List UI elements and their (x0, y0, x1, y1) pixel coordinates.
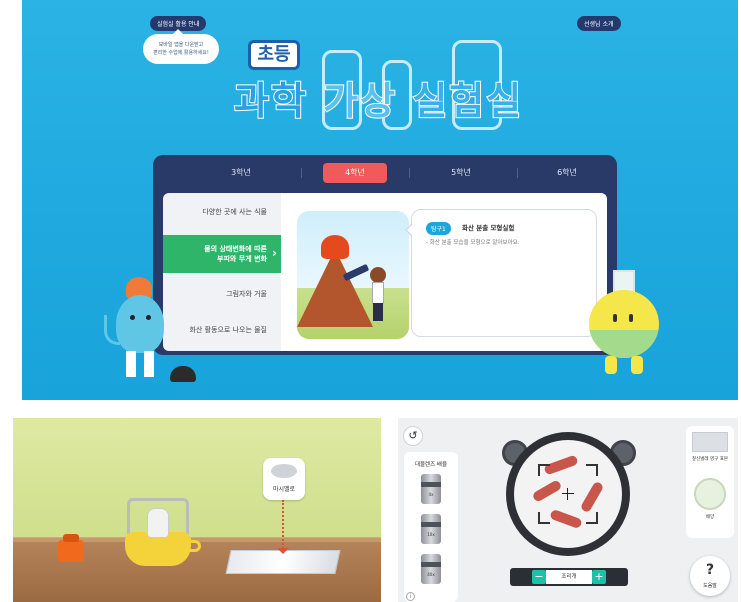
paramecium-cell (549, 508, 583, 530)
mascot-left (102, 275, 182, 385)
slide-specimen[interactable] (692, 432, 728, 452)
experiment-title: 화산 분출 모형실험 (462, 224, 515, 232)
help-label: 도움말 (703, 583, 717, 589)
title-part-2: 가상 (322, 78, 398, 124)
help-button[interactable]: ? 도움말 (690, 556, 730, 596)
scientist-illustration (369, 267, 387, 323)
hat-illustration (170, 366, 196, 382)
back-button[interactable]: ↺ (403, 426, 423, 446)
unit-content: 탐구1 화산 분출 모형실험 - 화산 분출 모습을 모형으로 알아보아요. (281, 193, 607, 351)
culture-dish[interactable] (694, 478, 726, 510)
focus-frame-corner (586, 464, 598, 476)
grade-tabs: 3학년 4학년 5학년 6학년 (153, 155, 617, 189)
tab-divider (301, 168, 302, 178)
teacher-intro-button[interactable]: 선생님 소개 (577, 16, 621, 31)
marshmallow-item[interactable]: 마시멜로 (263, 458, 305, 500)
paramecium-cell (579, 480, 605, 514)
tab-divider (517, 168, 518, 178)
objective-lens-panel: 대물렌즈 배율 4x 10x 40x (404, 452, 458, 602)
lens-10x[interactable]: 10x (421, 514, 441, 544)
title-part-3: 실험실 (411, 78, 524, 124)
experiment-scene-microscope: ↺ 대물렌즈 배율 4x 10x 40x − 조리개 + 짚신벌레 영구 표본 (398, 418, 738, 602)
bubble-line-1: 모바일 앱을 다운받고 (158, 42, 204, 48)
tab-grade-5[interactable]: 5학년 (429, 163, 493, 183)
focus-frame-corner (538, 464, 550, 476)
lava-illustration (321, 235, 349, 259)
experiment-text: - 화산 분출 모습을 모형으로 알아보아요. (426, 240, 520, 246)
experiment-scene-marshmallow: 마시멜로 (13, 418, 381, 602)
mascot-right (587, 270, 667, 382)
paramecium-cell (531, 479, 563, 503)
question-icon: ? (705, 562, 715, 578)
menu-item-line-1: 물의 상태변화에 따른 (204, 245, 267, 253)
dish-label: 배양 (705, 515, 715, 520)
crosshair-icon (567, 488, 568, 500)
chevron-right-icon: › (272, 246, 277, 260)
aperture-label: 조리개 (546, 570, 592, 584)
tab-grade-3[interactable]: 3학년 (209, 163, 273, 183)
page-title: 과학 가상 실험실 (233, 70, 524, 125)
marshmallow-icon (271, 464, 297, 478)
title-badge: 초등 (248, 40, 300, 70)
microscope-view (506, 432, 630, 556)
alcohol-lamp-stand[interactable] (123, 498, 201, 568)
menu-item-water-state[interactable]: 물의 상태변화에 따른 부피와 무게 변화 › (163, 235, 281, 273)
menu-item-line-2: 부피와 무게 변화 (217, 255, 267, 263)
arrow-down-icon (277, 548, 289, 554)
bubble-line-2: 편리한 수업에 활용하세요! (153, 50, 209, 56)
slide-label: 짚신벌레 영구 표본 (692, 457, 728, 462)
lens-40x[interactable]: 40x (421, 554, 441, 584)
marshmallow-label: 마시멜로 (272, 486, 296, 493)
focus-frame-corner (586, 512, 598, 524)
drop-guide-line (282, 500, 284, 552)
experiment-description[interactable]: 탐구1 화산 분출 모형실험 - 화산 분출 모습을 모형으로 알아보아요. (405, 209, 597, 337)
tab-grade-4[interactable]: 4학년 (323, 163, 387, 183)
crosshair-icon (562, 493, 574, 494)
specimen-field (514, 440, 622, 548)
specimen-panel: 짚신벌레 영구 표본 배양 (686, 426, 734, 538)
lamp-cap[interactable] (58, 534, 84, 562)
aperture-minus-button[interactable]: − (532, 570, 546, 584)
lens-4x[interactable]: 4x (421, 474, 441, 504)
title-part-1: 과학 (233, 78, 308, 124)
tab-divider (409, 168, 410, 178)
aperture-plus-button[interactable]: + (592, 570, 606, 584)
volcano-illustration (297, 249, 373, 327)
main-landing-panel: 실험실 활용 안내 선생님 소개 모바일 앱을 다운받고 편리한 수업에 활용하… (22, 0, 738, 400)
info-icon[interactable]: i (406, 592, 415, 601)
lens-panel-title: 대물렌즈 배율 (414, 462, 448, 468)
app-download-bubble[interactable]: 모바일 앱을 다운받고 편리한 수업에 활용하세요! (143, 29, 219, 64)
focus-frame-corner (538, 512, 550, 524)
aperture-control: − 조리개 + (510, 566, 628, 588)
grade-card: 3학년 4학년 5학년 6학년 다양한 곳에 사는 식물 물의 상태변화에 따른… (153, 155, 617, 355)
inquiry-tag: 탐구1 (426, 222, 451, 235)
tab-grade-6[interactable]: 6학년 (535, 163, 599, 183)
experiment-thumbnail[interactable] (297, 211, 409, 339)
menu-item-plants[interactable]: 다양한 곳에 사는 식물 (163, 207, 281, 217)
